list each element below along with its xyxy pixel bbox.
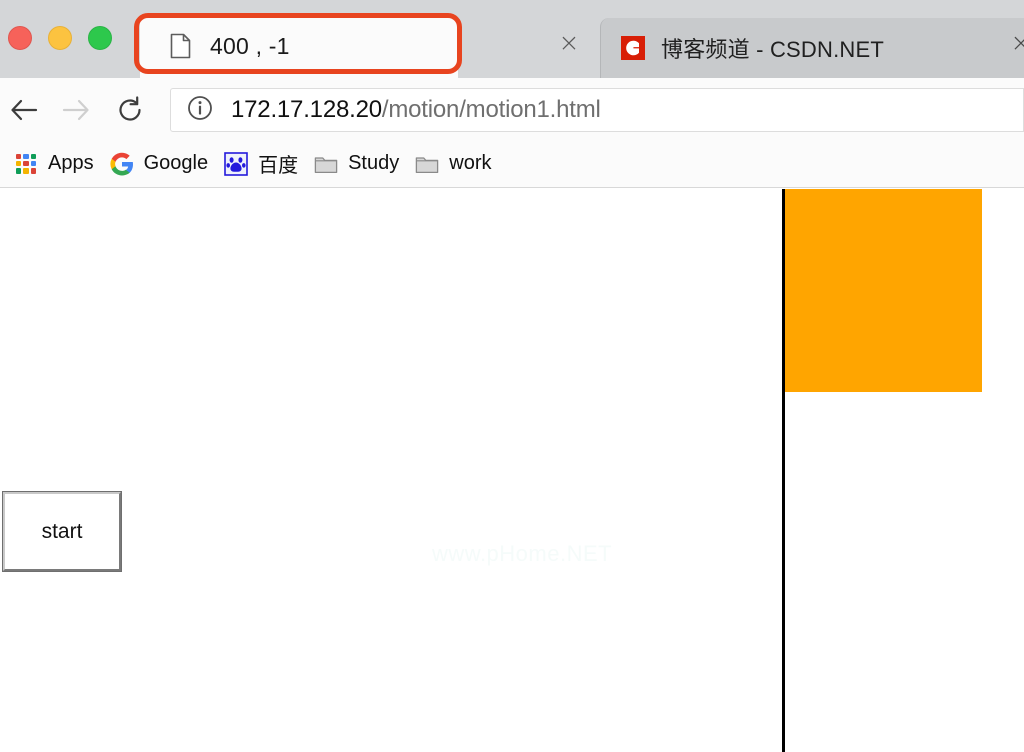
start-button[interactable]: start xyxy=(2,491,122,572)
bookmark-baidu[interactable]: 百度 xyxy=(216,147,306,181)
bookmark-study[interactable]: Study xyxy=(306,147,407,181)
bookmark-apps[interactable]: Apps xyxy=(6,147,102,181)
bookmark-work[interactable]: work xyxy=(407,147,499,181)
bookmark-google-label: Google xyxy=(143,152,209,174)
maximize-window-button[interactable] xyxy=(88,26,112,50)
apps-grid-icon xyxy=(14,152,38,176)
bookmark-work-label: work xyxy=(449,152,492,174)
forward-button xyxy=(56,90,96,130)
bookmarks-bar: Apps Google 百度 Study work xyxy=(0,140,1024,188)
bookmark-apps-label: Apps xyxy=(48,152,94,174)
bookmark-google[interactable]: Google xyxy=(102,147,217,181)
tab-bar: 400 , -1 × 博客频道 - CSDN.NET × xyxy=(0,0,1024,78)
address-bar-path: /motion/motion1.html xyxy=(381,96,601,123)
address-bar[interactable]: 172.17.128.20/motion/motion1.html xyxy=(170,88,1024,132)
google-g-icon xyxy=(110,152,134,176)
document-icon xyxy=(168,32,192,60)
tab-title-active: 400 , -1 xyxy=(210,32,290,59)
window-traffic-lights xyxy=(8,26,112,50)
reload-button[interactable] xyxy=(110,90,150,130)
tab-close-button-2[interactable]: × xyxy=(1008,30,1024,57)
tab-inactive-csdn[interactable]: 博客频道 - CSDN.NET xyxy=(600,18,1024,78)
back-button[interactable] xyxy=(4,90,44,130)
address-bar-host: 172.17.128.20 xyxy=(231,96,382,123)
info-circle-icon[interactable] xyxy=(187,95,213,126)
minimize-window-button[interactable] xyxy=(48,26,72,50)
page-viewport: start www.pHome.NET http://blog.csdn.net… xyxy=(0,189,1024,752)
animated-orange-box xyxy=(785,189,982,392)
close-window-button[interactable] xyxy=(8,26,32,50)
address-bar-url: 172.17.128.20/motion/motion1.html xyxy=(231,96,601,124)
folder-icon xyxy=(415,152,439,176)
tab-title-csdn: 博客频道 - CSDN.NET xyxy=(661,37,885,62)
csdn-icon xyxy=(621,34,645,62)
bookmark-study-label: Study xyxy=(348,152,400,174)
tab-active[interactable]: 400 , -1 xyxy=(140,14,458,78)
baidu-paw-icon xyxy=(224,151,248,176)
bookmark-baidu-label: 百度 xyxy=(258,155,299,177)
browser-window: 400 , -1 × 博客频道 - CSDN.NET × 172.17.128.… xyxy=(0,0,1024,752)
tab-close-button-1[interactable]: × xyxy=(556,30,582,57)
folder-icon xyxy=(314,152,338,176)
center-watermark: www.pHome.NET xyxy=(432,541,613,566)
